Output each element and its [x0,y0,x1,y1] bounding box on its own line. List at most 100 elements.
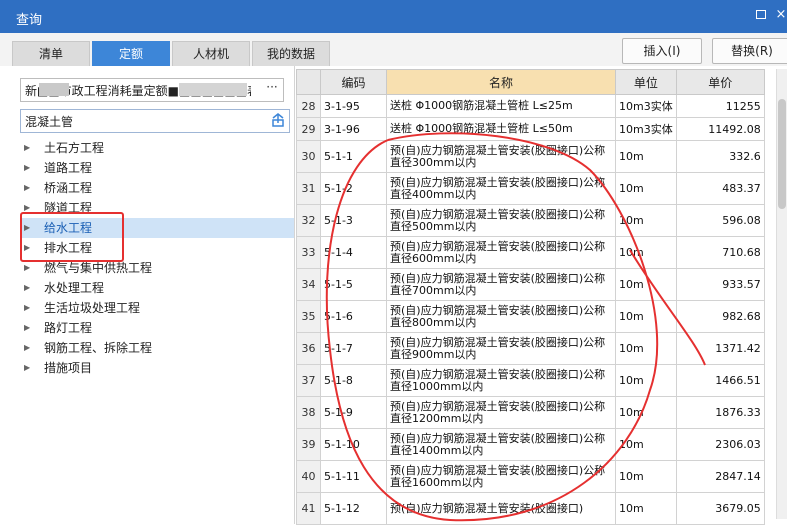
tree-item[interactable]: ▶ 路灯工程 [20,318,294,338]
row-number-header [296,69,321,95]
code-cell: 5-1-2 [320,172,387,205]
table-row[interactable]: 35 5-1-6 预(自)应力钢筋混凝土管安装(胶圈接口)公称直径800mm以内 10… [296,300,765,333]
row-number: 41 [296,492,321,525]
row-number: 29 [296,117,321,141]
price-cell: 2306.03 [675,428,765,461]
tree-item-label: 措施项目 [44,361,93,375]
code-cell: 5-1-12 [320,492,387,525]
annotation-box [20,212,124,262]
tree-item[interactable]: ▶ 措施项目 [20,358,294,378]
name-cell: 预(自)应力钢筋混凝土管安装(胶圈接口)公称直径1200mm以内 [386,396,616,429]
unit-cell: 10m [615,492,677,525]
unit-cell: 10m [615,428,677,461]
search-input[interactable]: 混凝土管 [25,113,73,130]
name-header[interactable]: 名称 [386,69,616,95]
table-row[interactable]: 30 5-1-1 预(自)应力钢筋混凝土管安装(胶圈接口)公称直径300mm以内 10… [296,140,765,173]
price-cell: 11255 [675,94,765,118]
table-row[interactable]: 28 3-1-95 送桩 Φ1000钢筋混凝土管桩 L≤25m 10m3实体 11255 [296,94,765,118]
price-cell: 2847.14 [675,460,765,493]
unit-cell: 10m [615,236,677,269]
row-number: 28 [296,94,321,118]
unit-cell: 10m [615,460,677,493]
tree-item[interactable]: ▶ 桥涵工程 [20,178,294,198]
name-cell: 预(自)应力钢筋混凝土管安装(胶圈接口)公称直径1000mm以内 [386,364,616,397]
unit-cell: 10m [615,300,677,333]
table-row[interactable]: 33 5-1-4 预(自)应力钢筋混凝土管安装(胶圈接口)公称直径600mm以内 10… [296,236,765,269]
row-number: 34 [296,268,321,301]
expand-arrow-icon[interactable]: ▶ [24,158,30,178]
price-cell: 596.08 [675,204,765,237]
tree-item-label: 钢筋工程、拆除工程 [44,341,153,355]
row-number: 40 [296,460,321,493]
tab-labor-material-machine[interactable]: 人材机 [172,41,250,66]
expand-arrow-icon[interactable]: ▶ [24,298,30,318]
price-cell: 1876.33 [675,396,765,429]
name-cell: 预(自)应力钢筋混凝土管安装(胶圈接口)公称直径700mm以内 [386,268,616,301]
replace-button[interactable]: 替换(R) [712,38,787,64]
table-row[interactable]: 41 5-1-12 预(自)应力钢筋混凝土管安装(胶圈接口) 10m 3679.05 [296,492,765,525]
tree-item[interactable]: ▶ 水处理工程 [20,278,294,298]
code-header[interactable]: 编码 [320,69,387,95]
name-cell: 预(自)应力钢筋混凝土管安装(胶圈接口)公称直径1600mm以内 [386,460,616,493]
price-cell: 1466.51 [675,364,765,397]
quota-table-area: 编码 名称 单位 单价 28 3-1-95 送桩 Φ1000钢筋混凝土管桩 L≤25… [296,66,787,525]
row-number: 31 [296,172,321,205]
scrollbar-thumb[interactable] [778,99,786,209]
tree-item-label: 土石方工程 [44,141,105,155]
table-row[interactable]: 29 3-1-96 送桩 Φ1000钢筋混凝土管桩 L≤50m 10m3实体 11492… [296,117,765,141]
tree-item[interactable]: ▶ 土石方工程 [20,138,294,158]
maximize-icon[interactable] [752,6,770,24]
table-row[interactable]: 31 5-1-2 预(自)应力钢筋混凝土管安装(胶圈接口)公称直径400mm以内 10… [296,172,765,205]
unit-cell: 10m [615,140,677,173]
insert-button[interactable]: 插入(I) [622,38,702,64]
table-row[interactable]: 38 5-1-9 预(自)应力钢筋混凝土管安装(胶圈接口)公称直径1200mm以内 1… [296,396,765,429]
table-row[interactable]: 36 5-1-7 预(自)应力钢筋混凝土管安装(胶圈接口)公称直径900mm以内 10… [296,332,765,365]
row-number: 35 [296,300,321,333]
unit-cell: 10m3实体 [615,94,677,118]
tree-item[interactable]: ▶ 钢筋工程、拆除工程 [20,338,294,358]
name-cell: 预(自)应力钢筋混凝土管安装(胶圈接口)公称直径600mm以内 [386,236,616,269]
code-cell: 5-1-8 [320,364,387,397]
code-cell: 5-1-11 [320,460,387,493]
table-row[interactable]: 40 5-1-11 预(自)应力钢筋混凝土管安装(胶圈接口)公称直径1600mm以内… [296,460,765,493]
tree-item[interactable]: ▶ 道路工程 [20,158,294,178]
expand-arrow-icon[interactable]: ▶ [24,358,30,378]
code-cell: 5-1-10 [320,428,387,461]
expand-arrow-icon[interactable]: ▶ [24,178,30,198]
tab-bar: 清单 定额 人材机 我的数据 插入(I) 替换(R) [0,33,787,66]
title-bar: 查询 × [0,0,787,33]
table-row[interactable]: 39 5-1-10 预(自)应力钢筋混凝土管安装(胶圈接口)公称直径1400mm以内… [296,428,765,461]
row-number: 30 [296,140,321,173]
expand-arrow-icon[interactable]: ▶ [24,338,30,358]
table-row[interactable]: 32 5-1-3 预(自)应力钢筋混凝土管安装(胶圈接口)公称直径500mm以内 10… [296,204,765,237]
tree-item-label: 水处理工程 [44,281,105,295]
expand-arrow-icon[interactable]: ▶ [24,138,30,158]
expand-arrow-icon[interactable]: ▶ [24,278,30,298]
price-header[interactable]: 单价 [675,69,765,95]
name-cell: 预(自)应力钢筋混凝土管安装(胶圈接口)公称直径1400mm以内 [386,428,616,461]
tab-bill[interactable]: 清单 [12,41,90,66]
vertical-scrollbar[interactable] [776,69,787,519]
name-cell: 预(自)应力钢筋混凝土管安装(胶圈接口)公称直径400mm以内 [386,172,616,205]
search-field[interactable]: 混凝土管 [20,109,290,133]
name-cell: 预(自)应力钢筋混凝土管安装(胶圈接口)公称直径300mm以内 [386,140,616,173]
more-button[interactable]: ··· [263,80,281,98]
tab-my-data[interactable]: 我的数据 [252,41,330,66]
unit-cell: 10m [615,172,677,205]
quota-library-select[interactable]: 新■■市政工程消耗量定额■■■■■■■表 ··· [20,78,284,102]
search-filter-icon[interactable] [270,112,286,128]
code-cell: 5-1-9 [320,396,387,429]
tab-quota[interactable]: 定额 [92,41,170,66]
code-cell: 3-1-96 [320,117,387,141]
quota-table: 编码 名称 单位 单价 28 3-1-95 送桩 Φ1000钢筋混凝土管桩 L≤25… [296,69,765,525]
unit-cell: 10m [615,396,677,429]
unit-header[interactable]: 单位 [615,69,677,95]
table-row[interactable]: 34 5-1-5 预(自)应力钢筋混凝土管安装(胶圈接口)公称直径700mm以内 10… [296,268,765,301]
price-cell: 1371.42 [675,332,765,365]
expand-arrow-icon[interactable]: ▶ [24,318,30,338]
tree-item-label: 道路工程 [44,161,93,175]
table-row[interactable]: 37 5-1-8 预(自)应力钢筋混凝土管安装(胶圈接口)公称直径1000mm以内 1… [296,364,765,397]
close-icon[interactable]: × [772,6,787,24]
tree-item-label: 路灯工程 [44,321,93,335]
tree-item[interactable]: ▶ 生活垃圾处理工程 [20,298,294,318]
